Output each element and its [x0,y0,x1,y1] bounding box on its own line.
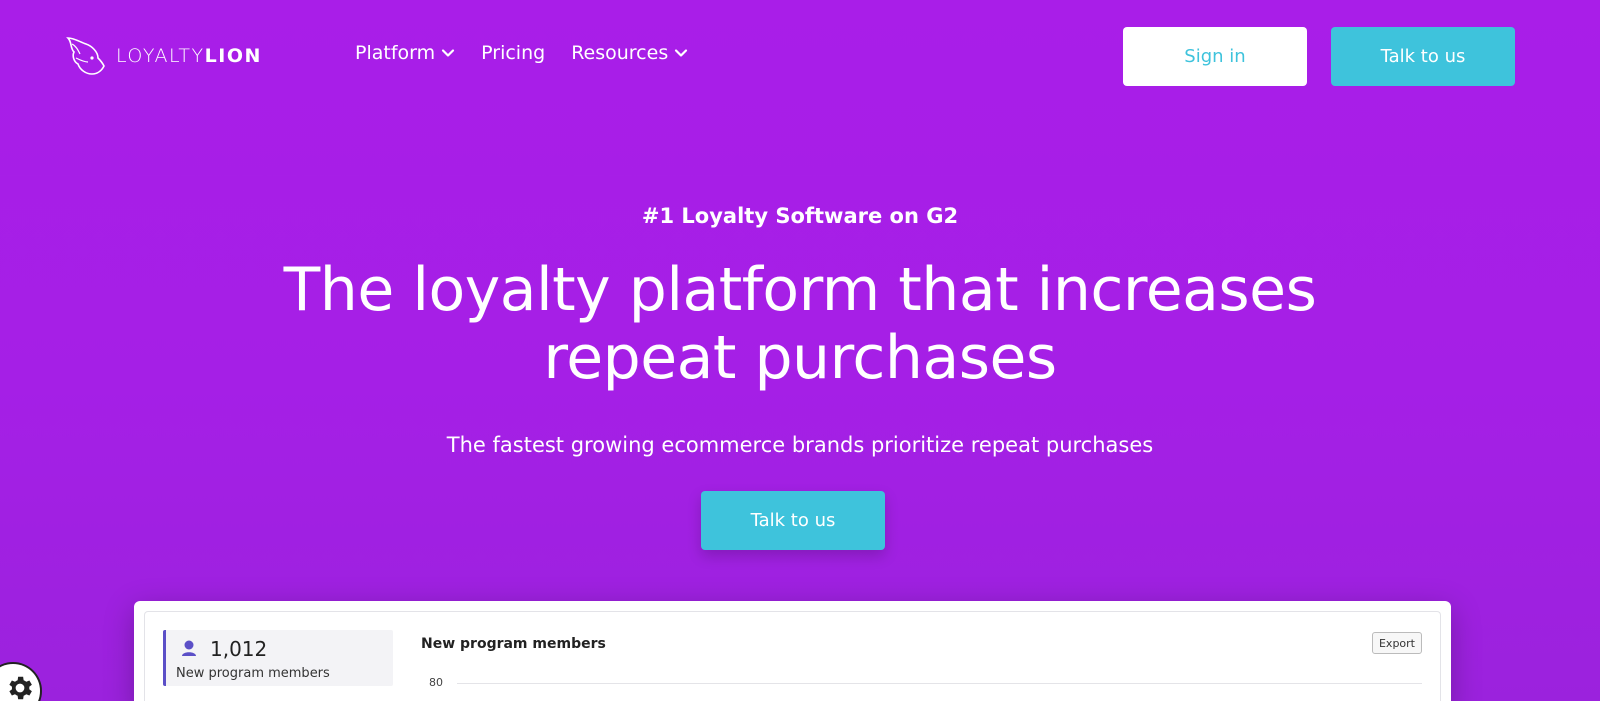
logo[interactable]: LOYALTYLION [62,32,262,80]
user-icon [182,640,196,656]
nav-item-platform[interactable]: Platform [355,42,455,64]
stat-value: 1,012 [210,637,268,661]
nav-item-pricing[interactable]: Pricing [481,42,545,64]
headline-line-2: repeat purchases [543,323,1057,393]
nav-item-label: Platform [355,42,436,64]
hero-headline: The loyalty platform that increases repe… [260,256,1340,392]
export-button[interactable]: Export [1372,632,1422,654]
nav-item-resources[interactable]: Resources [571,42,688,64]
sign-in-button[interactable]: Sign in [1123,27,1307,86]
talk-to-us-header-button[interactable]: Talk to us [1331,27,1515,86]
chart-gridline [457,683,1422,684]
logo-text: LOYALTYLION [116,45,262,67]
hero-eyebrow: #1 Loyalty Software on G2 [641,204,959,228]
chart-title: New program members [421,636,606,652]
nav-item-label: Resources [571,42,669,64]
nav-item-label: Pricing [481,42,546,64]
stat-label: New program members [176,666,330,681]
y-axis-tick: 80 [429,676,443,689]
main-nav: Platform Pricing Resources [355,42,688,64]
gear-icon [9,676,32,700]
cookie-settings-button[interactable] [0,664,40,701]
lion-icon [66,37,105,75]
talk-to-us-hero-button[interactable]: Talk to us [701,491,885,550]
hero-subhead: The fastest growing ecommerce brands pri… [446,433,1154,457]
dashboard-preview: 1,012 New program members New program me… [134,601,1451,701]
headline-line-1: The loyalty platform that increases [283,255,1317,325]
stat-card: 1,012 New program members [163,630,393,686]
site-header: LOYALTYLION Platform Pricing Resources S… [0,0,1600,112]
chevron-down-icon [675,49,688,57]
dashboard-panel: 1,012 New program members New program me… [144,611,1441,701]
chevron-down-icon [442,49,455,57]
